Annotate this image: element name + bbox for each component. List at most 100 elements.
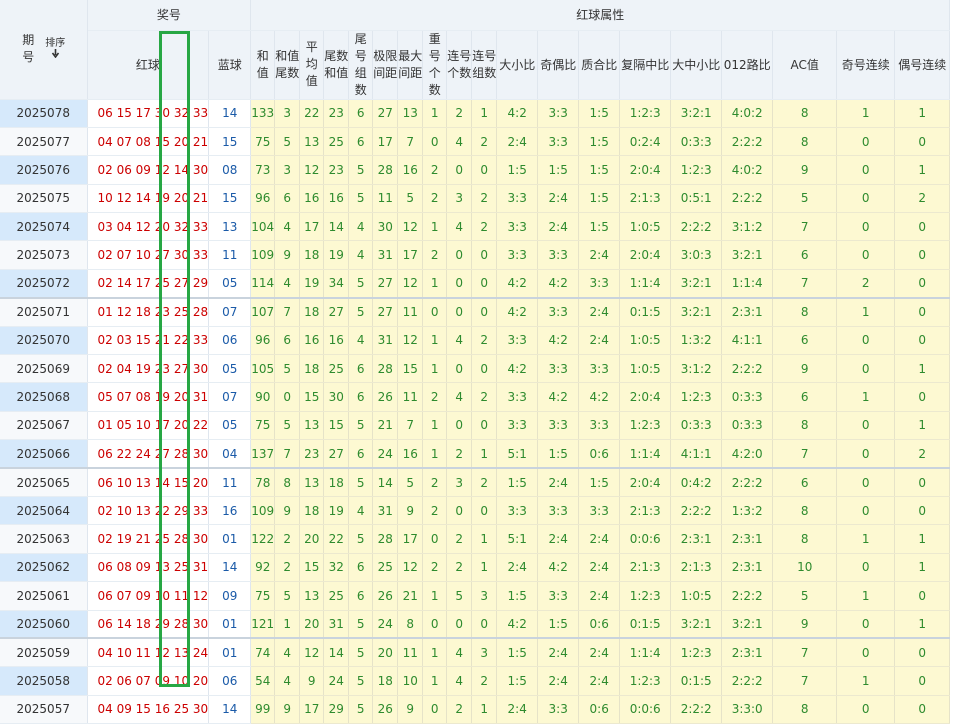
attr-value: 3:3: [537, 127, 580, 157]
attr-value: 25: [323, 581, 350, 611]
attr-value: 8: [397, 610, 424, 640]
attr-value: 2:2:2: [721, 127, 774, 157]
attr-value: 1:2:3: [619, 99, 672, 128]
attr-value: 1: [836, 382, 896, 412]
issue-header: 期号 排序: [0, 0, 88, 100]
attr-value: 13: [299, 411, 325, 441]
attr-value: 3:3: [496, 240, 539, 270]
attr-value: 31: [372, 326, 399, 356]
attr-value: 1:5: [537, 439, 580, 470]
attr-value: 1: [274, 610, 301, 640]
attr-value: 27: [372, 297, 399, 327]
attr-value: 5: [348, 297, 374, 327]
attr-value: 1:2:3: [670, 155, 723, 185]
attr-value: 18: [299, 297, 325, 327]
attr-value: 5: [348, 155, 374, 185]
attr-value: 9: [274, 496, 301, 526]
attr-value: 13: [299, 127, 325, 157]
attr-value: 75: [250, 411, 276, 441]
attr-value: 2:1:3: [619, 553, 672, 583]
attr-value: 4: [446, 212, 473, 242]
table-row: 2025065 06 10 13 14 15 20 11 78 8 13 18 5 14 5 2 3 2…: [0, 468, 951, 497]
attr-value: 0: [836, 610, 896, 640]
attr-value: 0: [471, 240, 498, 270]
issue-number: 2025061: [0, 581, 88, 611]
red-ball-numbers: 02 03 15 21 22 33: [87, 326, 210, 356]
attr-value: 3:3: [537, 240, 580, 270]
attr-value: 2: [471, 127, 498, 157]
attr-value: 0: [446, 240, 473, 270]
red-ball-numbers: 10 12 14 19 20 21: [87, 184, 210, 214]
red-ball-numbers: 02 07 10 27 30 33: [87, 240, 210, 270]
attr-value: 25: [323, 354, 350, 384]
attr-value: 7: [772, 439, 838, 470]
attr-value: 104: [250, 212, 276, 242]
attr-value: 0: [471, 496, 498, 526]
attr-value: 3:2:1: [721, 610, 774, 640]
attr-value: 2: [894, 184, 951, 214]
attr-value: 7: [274, 439, 301, 470]
blue-ball-number: 14: [208, 553, 252, 583]
attr-value: 28: [372, 524, 399, 554]
blue-ball-number: 11: [208, 468, 252, 497]
attr-value: 1: [422, 354, 448, 384]
attr-value: 3: [471, 638, 498, 668]
attr-value: 1:2:3: [670, 382, 723, 412]
blue-ball-number: 07: [208, 297, 252, 327]
attr-value: 15: [323, 411, 350, 441]
attr-value: 4:2: [496, 354, 539, 384]
table-row: 2025069 02 04 19 23 27 30 05 105 5 18 25 6 28 15 1…: [0, 354, 951, 384]
attr-value: 1: [422, 411, 448, 441]
attr-value: 2:3:1: [721, 524, 774, 554]
attr-value: 1:0:5: [619, 326, 672, 356]
table-row: 2025062 06 08 09 13 25 31 14 92 2 15 32 6 25 12 2 2…: [0, 553, 951, 583]
attr-value: 0:0:6: [619, 695, 672, 724]
attr-column-header: 连号组数: [471, 30, 498, 100]
attr-value: 1:0:5: [619, 212, 672, 242]
attr-value: 2: [471, 666, 498, 696]
attr-value: 9: [274, 695, 301, 724]
attr-value: 17: [397, 240, 424, 270]
red-ball-header: 红球: [87, 30, 210, 100]
attr-value: 4:2: [578, 382, 621, 412]
red-ball-numbers: 06 07 09 10 11 12: [87, 581, 210, 611]
attr-value: 2:4: [578, 297, 621, 327]
attr-value: 4: [274, 212, 301, 242]
attr-value: 6: [772, 240, 838, 270]
attr-value: 1: [894, 99, 951, 128]
attr-value: 0: [836, 496, 896, 526]
table-row: 2025070 02 03 15 21 22 33 06 96 6 16 16 4 31 12 1 4…: [0, 326, 951, 356]
attr-value: 15: [397, 354, 424, 384]
attr-value: 0: [894, 468, 951, 497]
red-ball-numbers: 02 14 17 25 27 29: [87, 269, 210, 299]
attr-value: 5: [348, 638, 374, 668]
attr-value: 2:0:4: [619, 155, 672, 185]
red-ball-numbers: 03 04 12 20 32 33: [87, 212, 210, 242]
attr-value: 0:1:5: [619, 610, 672, 640]
attr-value: 1: [422, 666, 448, 696]
attr-value: 27: [372, 269, 399, 299]
blue-ball-number: 15: [208, 184, 252, 214]
attr-value: 23: [323, 155, 350, 185]
attr-value: 4: [348, 326, 374, 356]
attr-value: 14: [323, 212, 350, 242]
attr-value: 1: [894, 553, 951, 583]
issue-number: 2025078: [0, 99, 88, 128]
attr-value: 0:6: [578, 695, 621, 724]
red-ball-numbers: 02 04 19 23 27 30: [87, 354, 210, 384]
attr-value: 99: [250, 695, 276, 724]
attr-value: 6: [348, 354, 374, 384]
attr-value: 1:1:4: [619, 269, 672, 299]
attr-value: 0:3:3: [670, 411, 723, 441]
attr-value: 18: [299, 496, 325, 526]
table-row: 2025071 01 12 18 23 25 28 07 107 7 18 27 5 27 11 0…: [0, 297, 951, 327]
table-row: 2025061 06 07 09 10 11 12 09 75 5 13 25 6 26 21 1 5…: [0, 581, 951, 611]
attr-value: 3:3: [578, 269, 621, 299]
sort-button[interactable]: 排序: [45, 38, 65, 61]
attr-value: 12: [397, 269, 424, 299]
attr-value: 2:4: [578, 553, 621, 583]
blue-ball-number: 05: [208, 269, 252, 299]
attr-value: 0:0:6: [619, 524, 672, 554]
blue-ball-number: 14: [208, 99, 252, 128]
table-row: 2025057 04 09 15 16 25 30 14 99 9 17 29 5 26 9 0 2 1…: [0, 695, 951, 724]
